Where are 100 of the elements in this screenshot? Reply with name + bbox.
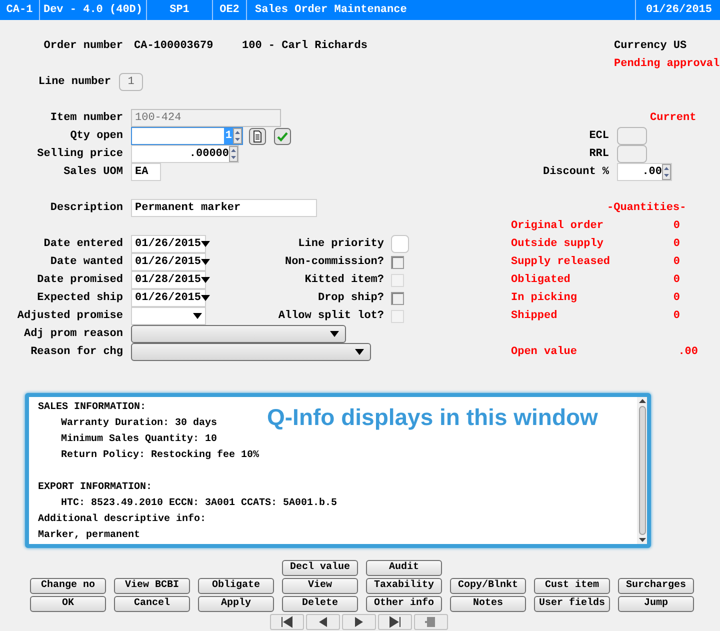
field-label: Line priority [298, 236, 384, 252]
quantity-label: Original order [511, 218, 604, 234]
first-record-button[interactable] [270, 614, 304, 630]
sales-uom-field[interactable]: EA [131, 163, 161, 181]
quantity-label: Supply released [511, 254, 612, 270]
quantity-value: 0 [672, 308, 680, 324]
action-button[interactable]: Apply [198, 596, 274, 612]
info-line: Warranty Duration: 30 days [61, 416, 218, 430]
action-button[interactable]: Surcharges [618, 578, 694, 594]
open-value-label: Open value [511, 344, 578, 360]
checkmark-icon[interactable] [274, 128, 291, 144]
reason-dropdown[interactable] [131, 325, 346, 343]
action-button[interactable]: Delete [282, 596, 358, 612]
field-label: Reason for chg [30, 344, 123, 360]
action-button[interactable]: Notes [450, 596, 526, 612]
title-text: Dev - 4.0 (40D) [43, 2, 143, 18]
scrollbar[interactable] [637, 397, 647, 544]
dropdown-caret-icon [201, 241, 210, 247]
next-record-button[interactable] [342, 614, 376, 630]
action-button[interactable]: Decl value [282, 560, 358, 576]
field-label: RRL [589, 146, 609, 162]
field-label: Date promised [37, 272, 123, 288]
action-button[interactable]: OK [30, 596, 106, 612]
dropdown-caret-icon [201, 259, 210, 265]
action-button[interactable]: Cancel [114, 596, 190, 612]
info-line: Return Policy: Restocking fee 10% [61, 448, 260, 462]
quantity-value: 0 [672, 254, 680, 270]
dropdown-caret-icon [193, 313, 202, 319]
action-button[interactable]: Copy/Blnkt [450, 578, 526, 594]
dropdown-caret-icon [201, 295, 210, 301]
title-text: OE2 [220, 2, 240, 18]
quantity-label: Outside supply [511, 236, 604, 252]
description-field[interactable]: Permanent marker [131, 199, 317, 217]
quantity-value: 0 [672, 218, 680, 234]
action-button[interactable]: Obligate [198, 578, 274, 594]
action-button[interactable]: Other info [366, 596, 442, 612]
skip-back-icon [280, 616, 294, 628]
quantity-label: Obligated [511, 272, 572, 288]
field-label: Expected ship [37, 290, 123, 306]
ecl-field[interactable] [617, 127, 647, 145]
item-status: Current [650, 110, 696, 126]
order-number: CA-100003679 [134, 38, 214, 54]
dropdown-caret-icon [355, 349, 364, 355]
field-label: Date wanted [50, 254, 123, 270]
field-label: Sales UOM [64, 164, 123, 180]
quantity-value: 0 [672, 272, 680, 288]
field-label: ECL [589, 128, 609, 144]
open-value: .00 [677, 344, 698, 360]
action-button[interactable]: Jump [618, 596, 694, 612]
title-text: SP1 [170, 2, 190, 18]
action-button[interactable]: Audit [366, 560, 442, 576]
discount-field[interactable]: .00 [617, 163, 672, 181]
spinner-icon[interactable] [229, 146, 238, 162]
line-number-field[interactable]: 1 [119, 73, 143, 91]
last-record-button[interactable] [378, 614, 412, 630]
field-label: Adj prom reason [24, 326, 123, 342]
action-button[interactable]: User fields [534, 596, 610, 612]
dropdown-caret-icon [330, 331, 339, 337]
field-label: Allow split lot? [278, 308, 384, 324]
checkbox[interactable] [391, 292, 404, 304]
field-label: Date entered [44, 236, 123, 252]
dropdown-caret-icon [201, 277, 210, 283]
selling-price-field[interactable]: .00000 [131, 145, 239, 163]
field-label: Adjusted promise [17, 308, 123, 324]
action-button[interactable]: Change no [30, 578, 106, 594]
spinner-icon[interactable] [233, 128, 242, 144]
document-icon[interactable] [249, 128, 266, 144]
title-text: CA-1 [6, 2, 33, 18]
scroll-up-icon[interactable] [638, 399, 646, 403]
previous-record-button[interactable] [306, 614, 340, 630]
quantity-label: Shipped [511, 308, 558, 324]
date-dropdown[interactable] [131, 307, 206, 325]
qinfo-annotation: Q-Info displays in this window [267, 403, 598, 432]
action-button[interactable]: Taxability [366, 578, 442, 594]
info-line: SALES INFORMATION: [38, 400, 146, 414]
field-label: Item number [50, 110, 123, 126]
customer-name: 100 - Carl Richards [242, 38, 368, 54]
priority-field[interactable] [391, 235, 409, 253]
quantity-label: In picking [511, 290, 578, 306]
info-line: Additional descriptive info: [38, 512, 206, 526]
quantities-heading: -Quantities- [607, 200, 686, 216]
field-label: Order number [44, 38, 123, 54]
action-button[interactable]: View [282, 578, 358, 594]
field-label: Non-commission? [284, 254, 384, 270]
action-button[interactable]: Cust item [534, 578, 610, 594]
field-label: Selling price [37, 146, 123, 162]
title-text: 01/26/2015 [646, 2, 712, 18]
action-button[interactable]: View BCBI [114, 578, 190, 594]
title-text: Sales Order Maintenance [255, 2, 407, 18]
field-label: Discount % [542, 164, 609, 180]
reason-dropdown[interactable] [131, 343, 371, 361]
quantity-value: 0 [672, 236, 680, 252]
info-line: EXPORT INFORMATION: [38, 480, 152, 494]
field-label: Qty open [70, 128, 123, 144]
spinner-icon[interactable] [662, 164, 671, 180]
approval-status: Pending approval [614, 56, 720, 72]
field-label: Line number [38, 74, 111, 90]
info-line: Marker, permanent [38, 528, 140, 542]
checkbox[interactable] [391, 256, 404, 268]
scroll-down-icon[interactable] [638, 538, 646, 542]
